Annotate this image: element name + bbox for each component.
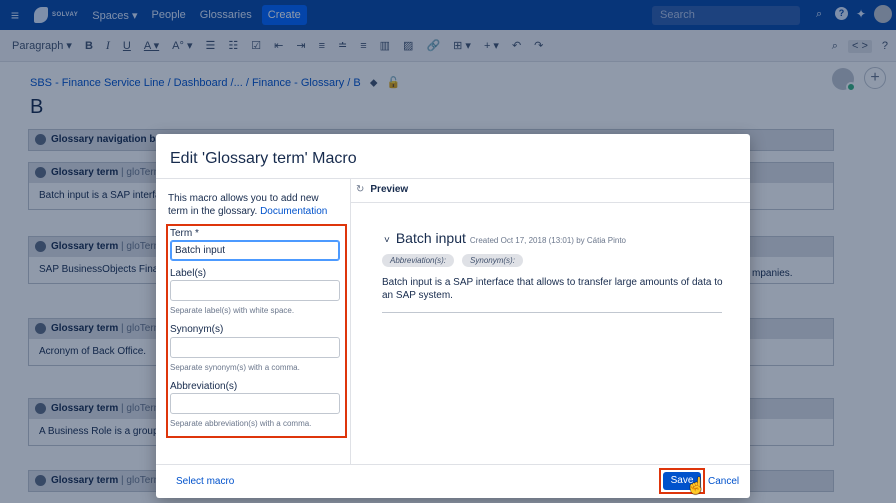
macro-intro: This macro allows you to add new term in… xyxy=(168,192,338,218)
documentation-link[interactable]: Documentation xyxy=(260,206,327,217)
dialog-header-divider xyxy=(156,178,750,179)
synonyms-label: Synonym(s) xyxy=(170,324,224,335)
hand-cursor-icon: ☝ xyxy=(686,478,706,495)
edit-macro-dialog: Edit 'Glossary term' Macro This macro al… xyxy=(156,134,750,498)
labels-label: Label(s) xyxy=(170,268,207,279)
synonyms-hint: Separate synonym(s) with a comma. xyxy=(170,363,300,372)
synonyms-input[interactable] xyxy=(170,337,340,358)
preview-header-divider xyxy=(351,202,750,203)
cancel-button[interactable]: Cancel xyxy=(708,476,739,487)
dialog-footer-divider xyxy=(156,464,750,465)
preview-term: ˅ Batch input Created Oct 17, 2018 (13:01)… xyxy=(384,230,626,246)
abbreviations-label: Abbreviation(s) xyxy=(170,381,238,392)
labels-input[interactable] xyxy=(170,280,340,301)
abbreviations-hint: Separate abbreviation(s) with a comma. xyxy=(170,419,312,428)
term-label: Term * xyxy=(170,228,199,239)
select-macro-link[interactable]: Select macro xyxy=(176,476,234,487)
dialog-title: Edit 'Glossary term' Macro xyxy=(170,150,357,167)
dialog-column-divider xyxy=(350,178,351,464)
preview-tags: Abbreviation(s): Synonym(s): xyxy=(382,254,523,267)
preview-term-meta: Created Oct 17, 2018 (13:01) by Cátia Pi… xyxy=(469,236,626,245)
preview-divider xyxy=(382,312,722,313)
chevron-down-icon[interactable]: ˅ xyxy=(384,235,390,246)
abbreviations-tag: Abbreviation(s): xyxy=(382,254,455,267)
refresh-icon[interactable]: ↻ xyxy=(356,184,364,195)
term-input[interactable] xyxy=(170,240,340,261)
synonyms-tag: Synonym(s): xyxy=(462,254,523,267)
preview-header-label: Preview xyxy=(370,184,409,195)
preview-header: ↻ Preview xyxy=(356,184,408,195)
preview-term-title: Batch input xyxy=(395,230,466,246)
preview-description: Batch input is a SAP interface that allo… xyxy=(382,277,723,301)
labels-hint: Separate label(s) with white space. xyxy=(170,306,295,315)
abbreviations-input[interactable] xyxy=(170,393,340,414)
